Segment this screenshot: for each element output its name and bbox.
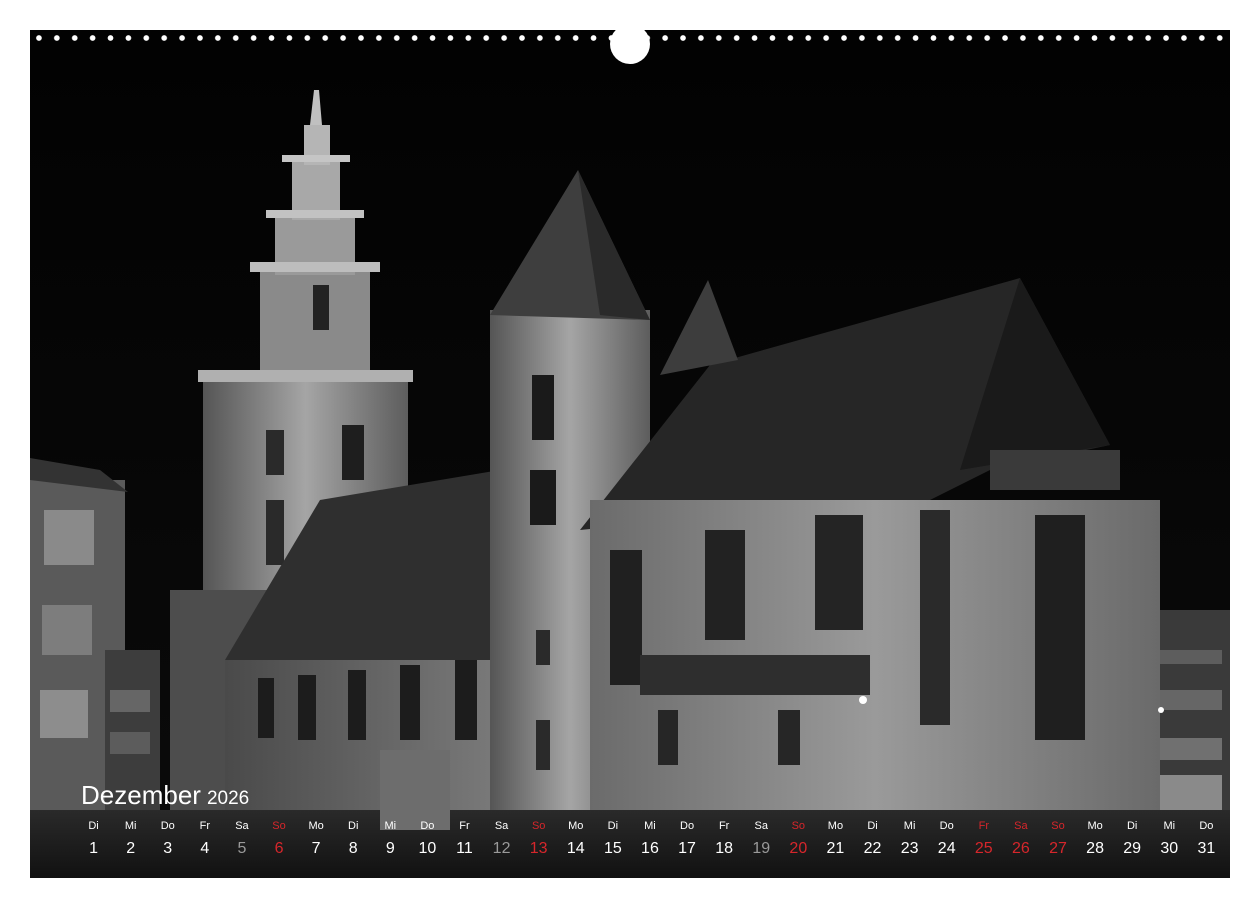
weekday-label: Mi [384,820,397,832]
day-number: 20 [789,840,808,857]
day-number: 24 [937,840,956,857]
day-number: 8 [348,840,358,857]
weekday-row: Di Mi Do Fr Sa So Mo Di Mi Do Fr Sa So Mo Di Mi Do Fr Sa So… [75,820,1225,832]
weekday-label: Mi [124,820,137,832]
church-photo [30,30,1230,878]
weekday-label: Di [607,820,619,832]
day-number: 3 [163,840,173,857]
weekday-label: So [791,820,806,832]
weekday-label: Do [939,820,954,832]
weekday-label: So [531,820,546,832]
weekday-label: Do [680,820,695,832]
weekday-label: Fr [718,820,730,832]
weekday-label: Sa [494,820,509,832]
day-number: 26 [1011,840,1030,857]
day-number: 29 [1123,840,1142,857]
weekday-label: Mo [568,820,584,832]
weekday-label: Sa [754,820,768,832]
hanger-hole [610,24,650,64]
day-number-row: 1 2 3 4 5 6 7 8 9 10 11 12 13 14 15 16 17 18 19 20 21 22 23 24 2… [75,840,1225,858]
weekday-label: Fr [199,820,211,832]
day-number: 11 [456,840,473,857]
day-number: 10 [418,840,437,857]
weekday-label: Mo [827,820,844,832]
month-title: Dezember 2026 [81,780,249,811]
day-number: 28 [1086,840,1104,857]
day-number: 30 [1160,840,1179,857]
day-number: 31 [1197,840,1216,857]
day-number: 13 [529,840,548,857]
month-name: Dezember [81,780,201,810]
weekday-label: Do [420,820,435,832]
day-number: 1 [89,840,98,857]
day-number: 5 [237,840,247,857]
day-number: 22 [863,840,882,857]
calendar-photo [30,30,1230,878]
weekday-label: Mo [308,820,324,832]
day-number: 27 [1049,840,1067,857]
day-number: 19 [752,840,771,857]
year: 2026 [206,788,250,809]
day-number: 25 [974,840,993,857]
day-number: 9 [385,840,395,857]
day-number: 23 [900,840,919,857]
weekday-label: So [272,820,286,832]
street-lamp [859,696,867,704]
calendar-strip: Dezember 2026 Di Mi Do Fr Sa So Mo Di Mi Do Fr Sa So M… [30,778,1230,878]
weekday-label: Mi [903,820,916,832]
weekday-label: Fr [978,820,989,832]
day-number: 16 [641,840,659,857]
day-number: 12 [492,840,511,857]
day-number: 17 [678,840,696,857]
street-lamp [1158,707,1164,713]
weekday-label: Fr [459,820,470,832]
day-number: 14 [566,840,585,857]
weekday-label: So [1051,820,1065,832]
day-number: 2 [126,840,136,857]
weekday-label: Do [160,820,175,832]
weekday-label: Di [867,820,878,832]
weekday-label: Sa [235,820,249,832]
day-number: 7 [311,840,321,857]
day-number: 21 [826,840,845,857]
day-number: 6 [274,840,284,857]
weekday-label: Mi [644,820,656,832]
weekday-label: Mo [1087,820,1103,832]
weekday-label: Do [1199,820,1214,832]
choir [590,450,1160,825]
weekday-label: Di [1126,820,1138,832]
weekday-label: Di [88,820,99,832]
day-number: 15 [603,840,622,857]
weekday-label: Di [348,820,359,832]
weekday-label: Sa [1014,820,1028,832]
day-number: 4 [200,840,210,857]
day-number: 18 [715,840,734,857]
weekday-label: Mi [1163,820,1176,832]
